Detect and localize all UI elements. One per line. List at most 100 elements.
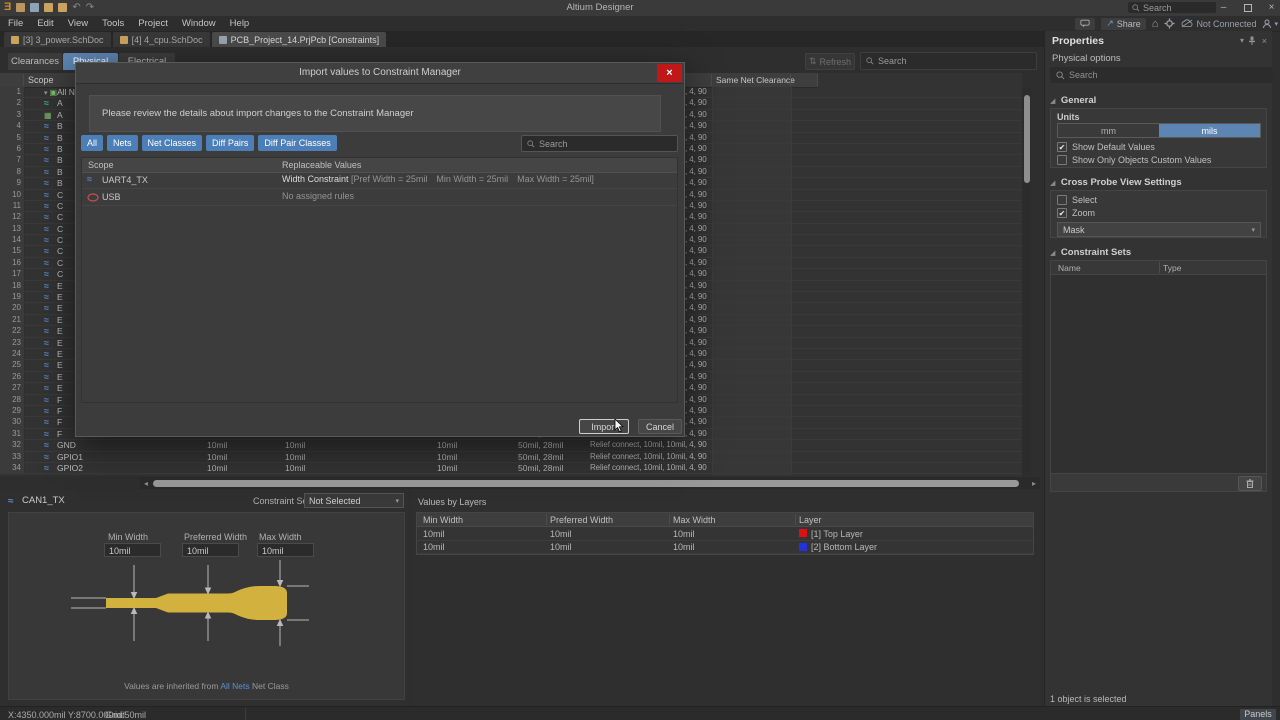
checkbox-unchecked-icon bbox=[1057, 195, 1067, 205]
horizontal-scrollbar-thumb[interactable] bbox=[153, 479, 1019, 487]
user-menu[interactable]: ▾ bbox=[1262, 19, 1278, 29]
via-style-cell[interactable]: 50mil, 28mil bbox=[518, 463, 563, 474]
max-width-field[interactable]: 10mil bbox=[257, 543, 314, 557]
properties-search-input[interactable]: Search bbox=[1050, 67, 1273, 83]
layer-name: [2] Bottom Layer bbox=[811, 542, 878, 552]
filter-button[interactable]: All bbox=[81, 135, 104, 151]
via-style-cell[interactable]: 50mil, 28mil bbox=[518, 452, 563, 463]
min-width-cell[interactable]: 10mil bbox=[207, 440, 227, 451]
dialog-row-usb[interactable]: USB No assigned rules bbox=[82, 189, 677, 206]
gear-icon[interactable] bbox=[1164, 18, 1175, 29]
min-width-cell[interactable]: 10mil bbox=[207, 452, 227, 463]
menu-item[interactable]: Help bbox=[230, 18, 250, 29]
share-button[interactable]: ↗ Share bbox=[1101, 17, 1146, 30]
net-icon bbox=[44, 349, 49, 359]
close-panel-icon[interactable]: × bbox=[1262, 36, 1267, 46]
values-by-layers-panel: Values by Layers Min Width Preferred Wid… bbox=[412, 490, 1040, 706]
scope-name: E bbox=[57, 292, 63, 303]
vertical-scrollbar-thumb[interactable] bbox=[1023, 95, 1030, 183]
show-default-values-checkbox[interactable]: ✔ Show Default Values bbox=[1057, 142, 1155, 152]
panel-menu-icon[interactable]: ▾ bbox=[1240, 36, 1244, 45]
tab-clearances[interactable]: Clearances bbox=[8, 53, 62, 70]
preferred-width-cell[interactable]: 10mil bbox=[285, 440, 305, 451]
menu-item[interactable]: Window bbox=[182, 18, 216, 29]
horizontal-scrollbar[interactable]: ◂ ▸ bbox=[140, 477, 1040, 489]
net-icon bbox=[44, 212, 49, 222]
menu-item[interactable]: View bbox=[68, 18, 88, 29]
unit-mm-button[interactable]: mm bbox=[1058, 124, 1159, 137]
grid-search-input[interactable]: Search bbox=[860, 52, 1037, 70]
table-row[interactable]: 32 GND 10mil 10mil 10mil 50mil, 28mil Re… bbox=[0, 440, 1022, 452]
doc-tab-power-schdoc[interactable]: [3] 3_power.SchDoc bbox=[4, 32, 111, 47]
layer-header: Layer bbox=[799, 514, 822, 525]
min-width-field[interactable]: 10mil bbox=[104, 543, 161, 557]
net-icon bbox=[44, 417, 49, 427]
mask-dropdown[interactable]: Mask ▾ bbox=[1057, 222, 1261, 237]
same-net-clearance-column-header[interactable]: Same Net Clearance bbox=[716, 75, 795, 85]
row-number: 32 bbox=[0, 440, 25, 451]
max-width-cell[interactable]: 10mil bbox=[437, 463, 457, 474]
scope-name: E bbox=[57, 371, 63, 382]
minimize-button[interactable]: – bbox=[1213, 0, 1234, 15]
max-width-cell[interactable]: 10mil bbox=[437, 452, 457, 463]
menu-item[interactable]: File bbox=[8, 18, 23, 29]
min-width-header: Min Width bbox=[423, 514, 464, 525]
project-icon bbox=[218, 35, 227, 44]
filter-button[interactable]: Diff Pairs bbox=[206, 135, 255, 151]
polygon-connect-cell[interactable]: Relief connect, 10mil, 10mil, 4, 90 bbox=[590, 463, 707, 474]
unit-mils-button[interactable]: mils bbox=[1159, 124, 1260, 137]
section-general-header[interactable]: ◢ General bbox=[1050, 95, 1096, 106]
dialog-row-uart4-tx[interactable]: ≈ UART4_TX Width Constraint [Pref Width … bbox=[82, 172, 677, 189]
polygon-connect-cell[interactable]: Relief connect, 10mil, 10mil, 4, 90 bbox=[590, 440, 707, 451]
maximize-button[interactable] bbox=[1237, 0, 1258, 15]
properties-subtitle: Physical options bbox=[1052, 53, 1121, 64]
dialog-close-button[interactable]: × bbox=[657, 64, 682, 82]
dialog-title-bar[interactable]: Import values to Constraint Manager bbox=[76, 63, 684, 84]
preferred-width-cell[interactable]: 10mil bbox=[285, 463, 305, 474]
comments-button[interactable] bbox=[1075, 17, 1096, 30]
zoom-checkbox[interactable]: ✔ Zoom bbox=[1057, 208, 1095, 218]
preferred-width-field[interactable]: 10mil bbox=[182, 543, 239, 557]
dialog-search-input[interactable]: Search bbox=[521, 135, 678, 152]
preferred-width-cell[interactable]: 10mil bbox=[285, 452, 305, 463]
doc-tab-cpu-schdoc[interactable]: [4] 4_cpu.SchDoc bbox=[112, 32, 210, 47]
layer-row-top[interactable]: 10mil 10mil 10mil [1] Top Layer bbox=[417, 527, 1033, 541]
close-window-button[interactable]: × bbox=[1261, 0, 1280, 15]
filter-button[interactable]: Nets bbox=[107, 135, 138, 151]
menu-item[interactable]: Tools bbox=[102, 18, 124, 29]
max-width-cell[interactable]: 10mil bbox=[437, 440, 457, 451]
constraint-set-dropdown[interactable]: Not Selected ▾ bbox=[304, 493, 404, 508]
pin-icon[interactable] bbox=[1248, 36, 1256, 45]
panels-button[interactable]: Panels bbox=[1240, 708, 1276, 720]
scroll-left-icon[interactable]: ◂ bbox=[140, 479, 152, 488]
net-icon bbox=[44, 235, 49, 245]
constraint-detail: No assigned rules bbox=[282, 191, 355, 201]
menu-item[interactable]: Edit bbox=[37, 18, 53, 29]
global-search-input[interactable]: Search bbox=[1128, 2, 1216, 13]
home-icon[interactable]: ⌂ bbox=[1152, 18, 1159, 30]
select-checkbox[interactable]: Select bbox=[1057, 195, 1097, 205]
scope-column-header[interactable]: Scope bbox=[28, 75, 54, 85]
min-width-cell[interactable]: 10mil bbox=[207, 463, 227, 474]
constraint-sets-empty-list[interactable] bbox=[1051, 275, 1266, 473]
polygon-connect-cell[interactable]: Relief connect, 10mil, 10mil, 4, 90 bbox=[590, 452, 707, 463]
layer-row-bottom[interactable]: 10mil 10mil 10mil [2] Bottom Layer bbox=[417, 540, 1033, 554]
filter-button[interactable]: Net Classes bbox=[141, 135, 203, 151]
section-cross-probe-header[interactable]: ◢ Cross Probe View Settings bbox=[1050, 177, 1182, 188]
show-only-custom-values-checkbox[interactable]: Show Only Objects Custom Values bbox=[1057, 155, 1211, 165]
via-style-cell[interactable]: 50mil, 28mil bbox=[518, 440, 563, 451]
section-constraint-sets-header[interactable]: ◢ Constraint Sets bbox=[1050, 247, 1131, 258]
connection-status[interactable]: Not Connected bbox=[1181, 19, 1256, 29]
all-nets-link[interactable]: All Nets bbox=[220, 681, 249, 691]
delete-constraint-set-button[interactable] bbox=[1238, 476, 1262, 491]
scroll-right-icon[interactable]: ▸ bbox=[1028, 479, 1040, 488]
table-row[interactable]: 33 GPIO1 10mil 10mil 10mil 50mil, 28mil … bbox=[0, 451, 1022, 463]
cancel-button[interactable]: Cancel bbox=[638, 419, 682, 434]
menu-item[interactable]: Project bbox=[138, 18, 168, 29]
vertical-scrollbar[interactable] bbox=[1022, 88, 1031, 475]
doc-tab-pcb-project-constraints[interactable]: PCB_Project_14.PrjPcb [Constraints] bbox=[211, 32, 387, 47]
refresh-button[interactable]: ⇅ Refresh bbox=[805, 53, 855, 70]
filter-button[interactable]: Diff Pair Classes bbox=[258, 135, 337, 151]
units-toggle: mm mils bbox=[1057, 123, 1261, 138]
table-row[interactable]: 34 GPIO2 10mil 10mil 10mil 50mil, 28mil … bbox=[0, 462, 1022, 475]
